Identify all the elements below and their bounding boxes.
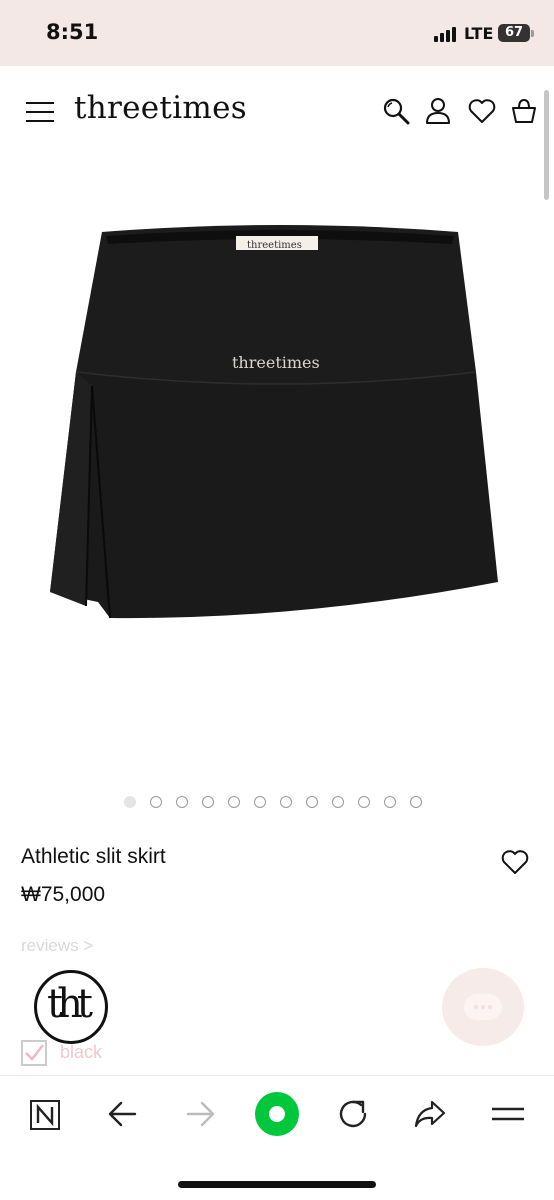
site-header: threetimes	[0, 66, 554, 156]
carousel-dot[interactable]	[150, 796, 162, 808]
tag-text: threetimes	[247, 240, 302, 251]
product-price: ₩75,000	[21, 883, 106, 906]
color-checkbox[interactable]	[21, 1040, 47, 1066]
status-time: 8:51	[46, 20, 99, 44]
chat-bubble-icon	[464, 994, 502, 1020]
product-title: Athletic slit skirt	[21, 845, 166, 868]
color-option-label: black	[60, 1042, 103, 1062]
carousel-dot[interactable]	[202, 796, 214, 808]
chat-button[interactable]	[442, 968, 524, 1046]
product-image[interactable]: threetimes threetimes	[0, 180, 554, 770]
search-icon[interactable]	[381, 96, 411, 126]
tht-logo[interactable]: tht	[34, 970, 108, 1044]
tht-logo-text: tht	[47, 981, 93, 1027]
reload-icon[interactable]	[333, 1094, 373, 1134]
status-bar: 8:51 LTE 67	[0, 0, 554, 66]
carousel-dot[interactable]	[358, 796, 370, 808]
carousel-dot[interactable]	[254, 796, 266, 808]
carousel-dot[interactable]	[306, 796, 318, 808]
check-icon	[25, 1044, 44, 1061]
forward-arrow-icon[interactable]	[180, 1094, 220, 1134]
brand-logo[interactable]: threetimes	[74, 90, 247, 126]
battery-icon: 67	[498, 24, 530, 42]
carousel-dot[interactable]	[228, 796, 240, 808]
menu-lines-icon[interactable]	[488, 1094, 528, 1134]
carousel-dot[interactable]	[410, 796, 422, 808]
naver-n-icon[interactable]	[25, 1094, 65, 1134]
carousel-dot[interactable]	[176, 796, 188, 808]
green-dot-icon[interactable]	[253, 1090, 301, 1138]
heart-icon[interactable]	[467, 96, 497, 126]
carousel-dot[interactable]	[332, 796, 344, 808]
skirt-logo-text: threetimes	[232, 353, 320, 372]
wishlist-heart-icon[interactable]	[500, 848, 530, 876]
carousel-dot[interactable]	[384, 796, 396, 808]
carousel-dot[interactable]	[280, 796, 292, 808]
user-icon[interactable]	[423, 96, 453, 126]
menu-icon[interactable]	[26, 102, 56, 124]
network-label: LTE	[464, 24, 494, 43]
back-arrow-icon[interactable]	[103, 1094, 143, 1134]
reviews-link[interactable]: reviews >	[21, 936, 93, 956]
carousel-dots	[124, 796, 422, 810]
signal-icon	[434, 26, 460, 42]
share-icon[interactable]	[410, 1094, 450, 1134]
cart-icon[interactable]	[509, 96, 539, 126]
carousel-dot[interactable]	[124, 796, 136, 808]
battery-nub	[531, 30, 534, 37]
home-indicator[interactable]	[178, 1181, 376, 1188]
